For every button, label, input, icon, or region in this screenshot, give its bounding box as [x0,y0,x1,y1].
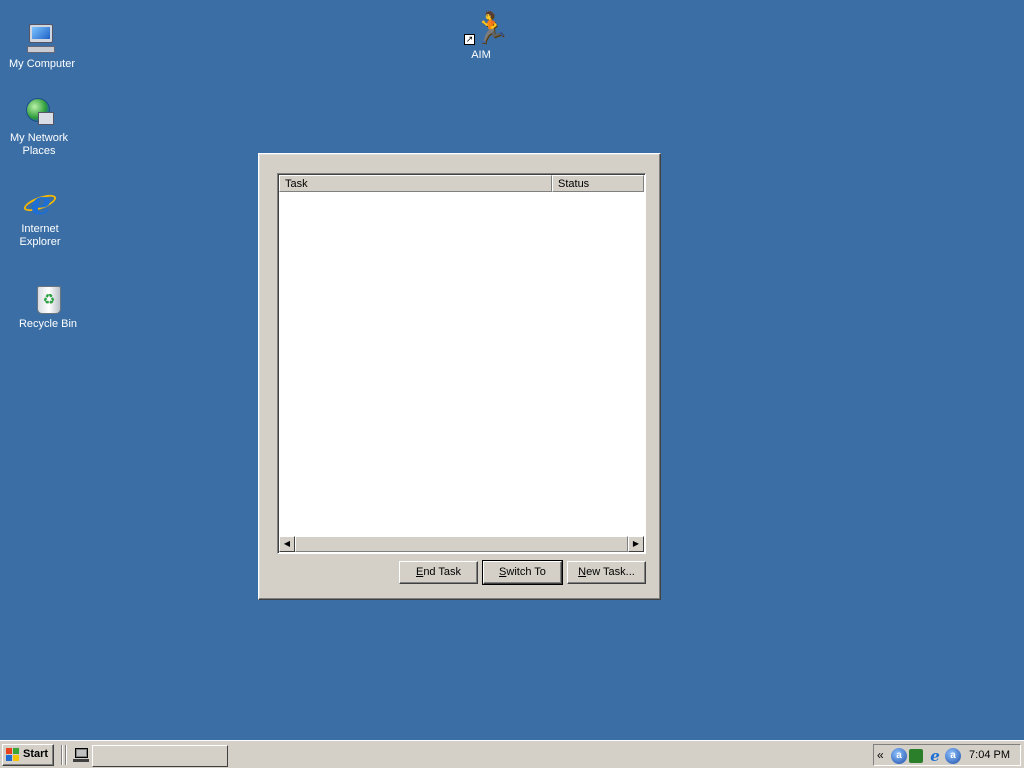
shortcut-arrow-icon: ↗ [464,34,475,45]
end-task-label: nd Task [423,566,462,578]
clock[interactable]: 7:04 PM [969,745,1010,765]
show-desktop-icon[interactable] [73,748,89,762]
taskbar-separator [61,745,63,765]
ie-tray-icon[interactable]: e [927,748,943,764]
desktop-icon-label: Recycle Bin [18,318,78,330]
task-list-header: Task Status [279,175,644,192]
switch-to-label: witch To [506,566,546,578]
new-task-accel: N [578,566,587,578]
windows-flag-icon [6,748,20,761]
network-places-icon [22,96,56,130]
task-list[interactable]: Task Status ◀ ▶ [277,173,646,554]
network-tray-icon[interactable] [909,749,923,763]
start-button[interactable]: Start [2,744,54,766]
new-task-button[interactable]: New Task... [567,561,646,584]
aim-tray-icon[interactable]: a [891,748,907,764]
switch-to-button[interactable]: Switch To [482,560,563,585]
scroll-thumb[interactable] [295,536,628,552]
system-tray: « a e a 7:04 PM [873,744,1021,766]
task-manager-window: Task Status ◀ ▶ End Task Switch To New T… [258,153,661,600]
horizontal-scrollbar[interactable]: ◀ ▶ [279,536,644,552]
desktop-icon-label: My Computer [8,58,76,70]
desktop-icon-my-computer[interactable]: My Computer [2,22,82,71]
aim-running-man-icon: 🏃 ↗ [464,12,510,45]
desktop-icon-label: My Network Places [9,132,69,157]
column-header-status[interactable]: Status [552,175,644,192]
desktop-icon-recycle-bin[interactable]: ♻ Recycle Bin [8,282,88,331]
my-computer-icon [25,22,59,56]
column-header-task[interactable]: Task [279,175,552,192]
task-list-body[interactable] [279,192,644,535]
taskbar: Start « a e a 7:04 PM [0,740,1024,768]
taskbar-separator [65,745,67,765]
desktop-icon-label: Internet Explorer [19,223,61,248]
new-task-label: ew Task... [586,566,635,578]
desktop-icon-label: AIM [471,49,491,61]
scroll-left-button[interactable]: ◀ [279,536,295,552]
aim-tray-icon[interactable]: a [945,748,961,764]
desktop-icon-network-places[interactable]: My Network Places [0,96,79,158]
scroll-right-button[interactable]: ▶ [628,536,644,552]
recycle-bin-icon: ♻ [31,282,65,316]
desktop-icon-internet-explorer[interactable]: e Internet Explorer [0,187,80,249]
tray-expand-chevron[interactable]: « [877,747,884,763]
start-label: Start [23,748,49,760]
internet-explorer-icon: e [21,187,59,221]
end-task-button[interactable]: End Task [399,561,478,584]
taskbar-task-button[interactable] [92,745,228,767]
desktop-icon-aim[interactable]: 🏃 ↗ AIM [441,13,521,62]
